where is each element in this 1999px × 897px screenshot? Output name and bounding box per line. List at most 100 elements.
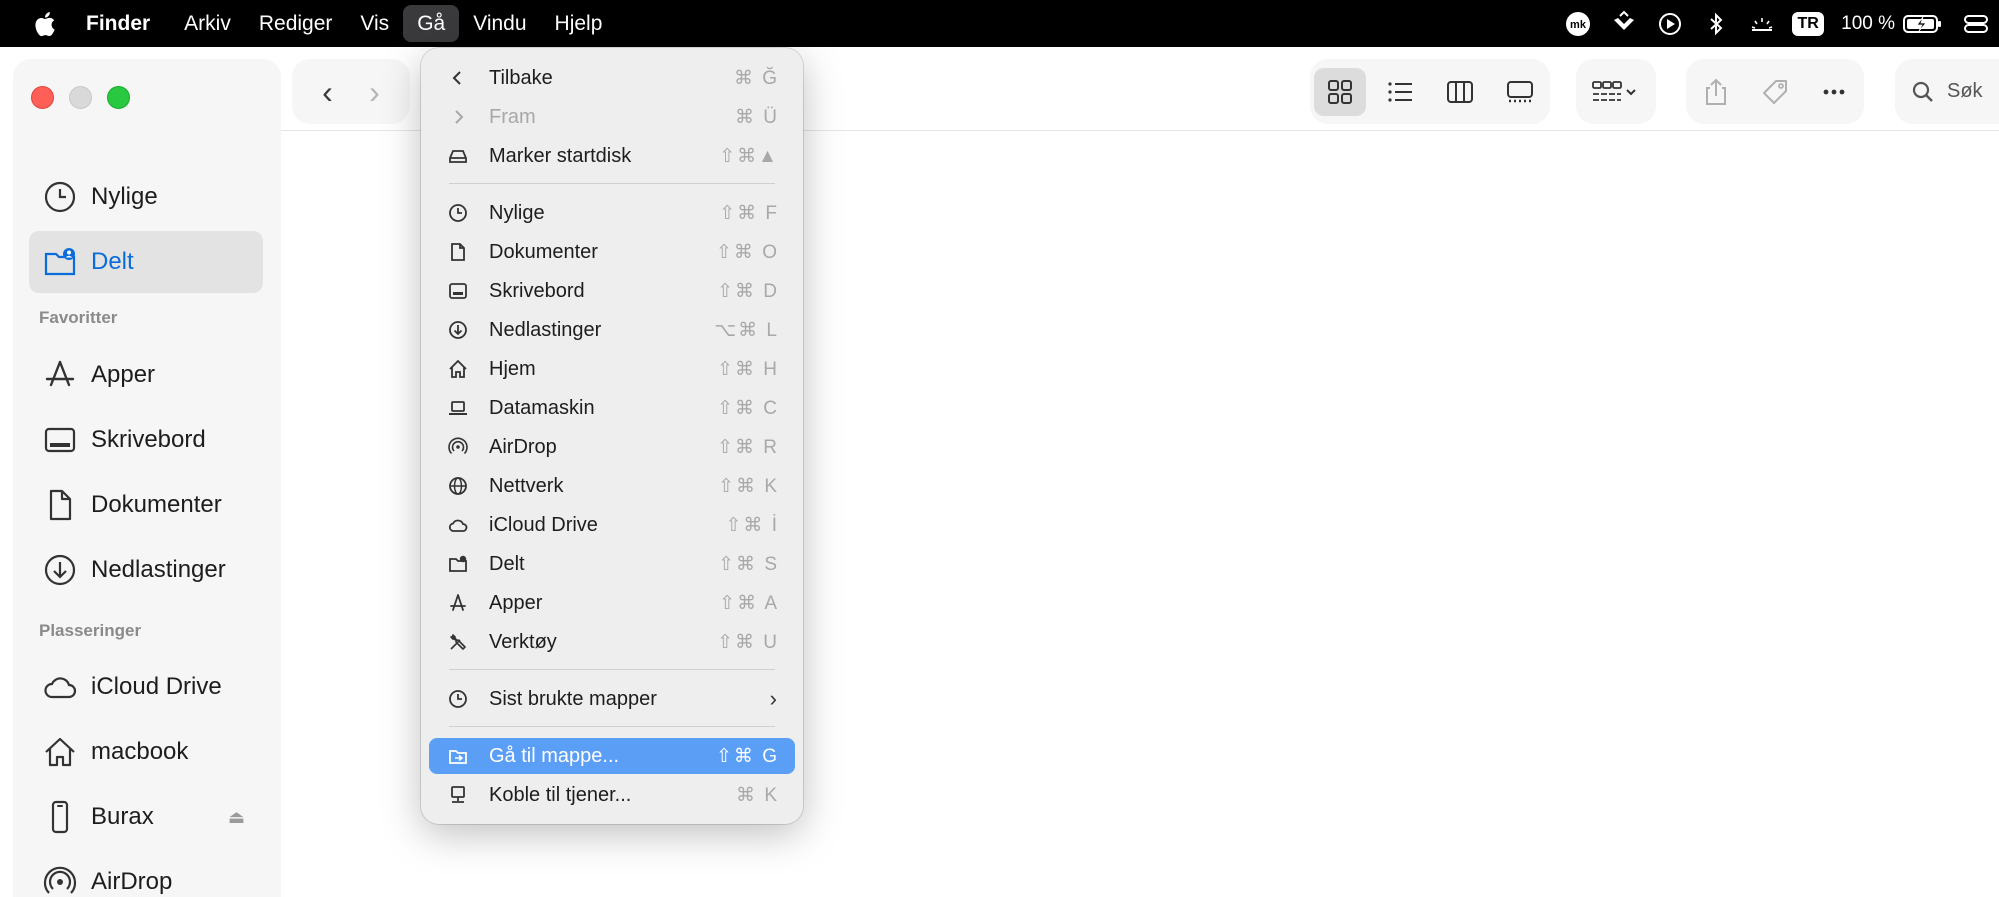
menu-item-label: Verktøy [489,630,557,653]
battery-status[interactable]: 100 % [1831,13,1953,35]
window-controls [31,86,130,109]
minimize-button[interactable] [69,86,92,109]
control-center-icon[interactable] [1956,0,1996,47]
document-icon [443,242,473,262]
sidebar-item-nylige[interactable]: Nylige [29,166,263,228]
column-view-button[interactable] [1434,68,1486,116]
menu-item-nylige[interactable]: Nylige ⇧⌘ F [429,195,795,231]
sidebar-item-airdrop[interactable]: AirDrop [29,851,263,897]
menubar-rediger[interactable]: Rediger [245,0,347,47]
sidebar-item-nedlastinger[interactable]: Nedlastinger [29,539,263,601]
sidebar-item-burax[interactable]: Burax ⏏ [29,786,263,848]
menu-item-nedlastinger[interactable]: Nedlastinger ⌥⌘ L [429,312,795,348]
menubar-ga[interactable]: Gå [403,5,460,42]
share-button[interactable] [1690,68,1741,116]
menu-shortcut: ⇧⌘ C [717,397,779,419]
tools-icon [443,632,473,652]
desktop-icon [43,423,77,457]
sidebar-item-skrivebord[interactable]: Skrivebord [29,409,263,471]
menu-item-label: Apper [489,591,543,614]
sidebar-item-icloud-drive[interactable]: iCloud Drive [29,656,263,718]
gallery-icon [1507,80,1533,102]
menu-item-ga-til-mappe[interactable]: Gå til mappe... ⇧⌘ G [429,738,795,774]
sidebar-item-apper[interactable]: Apper [29,344,263,406]
sidebar-item-macbook[interactable]: macbook [29,721,263,783]
chevron-left-icon [443,68,473,88]
menu-shortcut: ⇧⌘ R [717,436,779,458]
menubar-app-name[interactable]: Finder [70,0,170,47]
apple-icon[interactable] [0,0,70,47]
menu-shortcut: ⇧⌘▲ [719,145,779,167]
menubar-vis[interactable]: Vis [346,0,403,47]
sidebar-item-label: Nylige [91,183,158,210]
menu-item-tilbake[interactable]: Tilbake ⌘ Ğ [429,60,795,96]
tag-icon [1762,79,1787,104]
icon-view-button[interactable] [1314,67,1366,116]
menu-item-delt[interactable]: Delt ⇧⌘ S [429,546,795,582]
menu-item-koble-til-tjener[interactable]: Koble til tjener... ⌘ K [429,777,795,813]
desktop-icon [443,281,473,301]
zoom-button[interactable] [107,86,130,109]
menu-item-label: Nettverk [489,474,564,497]
menubar: Finder Arkiv Rediger Vis Gå Vindu Hjelp … [0,0,1999,47]
menu-shortcut: ⌘ Ğ [733,67,779,89]
menu-item-icloud-drive[interactable]: iCloud Drive ⇧⌘ İ [429,507,795,543]
home-icon [443,359,473,379]
download-icon [43,553,77,587]
menu-item-airdrop[interactable]: AirDrop ⇧⌘ R [429,429,795,465]
menubar-hjelp[interactable]: Hjelp [541,0,617,47]
close-button[interactable] [31,86,54,109]
menubar-arkiv[interactable]: Arkiv [170,0,245,47]
menu-item-label: Hjem [489,357,536,380]
menu-shortcut: ⌘ Ü [735,106,779,128]
menu-separator [449,669,775,670]
play-circle-icon[interactable] [1650,0,1690,47]
list-view-button[interactable] [1374,68,1426,116]
menu-shortcut: ⇧⌘ A [719,592,779,614]
back-button[interactable]: ‹ [322,76,333,108]
menu-item-label: AirDrop [489,435,557,458]
menubar-vindu[interactable]: Vindu [459,0,540,47]
bluetooth-icon[interactable] [1696,0,1736,47]
sidebar-item-delt[interactable]: Delt [29,231,263,293]
menu-shortcut: ⌘ K [736,784,779,806]
menu-item-fram[interactable]: Fram ⌘ Ü [429,99,795,135]
menu-item-hjem[interactable]: Hjem ⇧⌘ H [429,351,795,387]
menu-item-apper[interactable]: Apper ⇧⌘ A [429,585,795,621]
forward-button[interactable]: › [369,76,380,108]
phone-icon [43,800,77,834]
menu-item-label: Tilbake [489,66,553,89]
menu-item-label: Dokumenter [489,240,598,263]
input-source-badge[interactable]: TR [1788,0,1828,47]
mk-icon[interactable]: mk [1558,0,1598,47]
finder-window: Nylige Delt Favoritter Apper Skrivebord … [0,47,1999,897]
menu-item-skrivebord[interactable]: Skrivebord ⇧⌘ D [429,273,795,309]
menu-item-label: Datamaskin [489,396,595,419]
airdrop-icon [443,437,473,457]
menu-shortcut: ⌥⌘ L [714,319,779,341]
menu-shortcut: ⇧⌘ S [718,553,779,575]
battery-percent: 100 % [1841,12,1895,34]
menu-item-sist-brukte-mapper[interactable]: Sist brukte mapper › [429,681,795,717]
search-field[interactable]: Søk [1895,59,1999,124]
laptop-icon [443,398,473,418]
server-icon [443,785,473,805]
brightness-icon[interactable] [1742,0,1782,47]
menu-separator [449,183,775,184]
tag-button[interactable] [1749,68,1800,116]
menu-item-verktoy[interactable]: Verktøy ⇧⌘ U [429,624,795,660]
gallery-view-button[interactable] [1494,68,1546,116]
menu-shortcut: ⇧⌘ F [719,202,779,224]
group-by-button[interactable] [1576,59,1656,124]
menu-item-datamaskin[interactable]: Datamaskin ⇧⌘ C [429,390,795,426]
eject-icon[interactable]: ⏏ [228,807,245,828]
menu-item-dokumenter[interactable]: Dokumenter ⇧⌘ O [429,234,795,270]
view-switcher [1310,59,1550,124]
drop-icon[interactable] [1604,0,1644,47]
menu-item-nettverk[interactable]: Nettverk ⇧⌘ K [429,468,795,504]
actions-group [1686,59,1864,124]
sidebar-item-dokumenter[interactable]: Dokumenter [29,474,263,536]
more-button[interactable] [1809,68,1860,116]
menu-item-label: Nylige [489,201,545,224]
menu-item-marker-startdisk[interactable]: Marker startdisk ⇧⌘▲ [429,138,795,174]
